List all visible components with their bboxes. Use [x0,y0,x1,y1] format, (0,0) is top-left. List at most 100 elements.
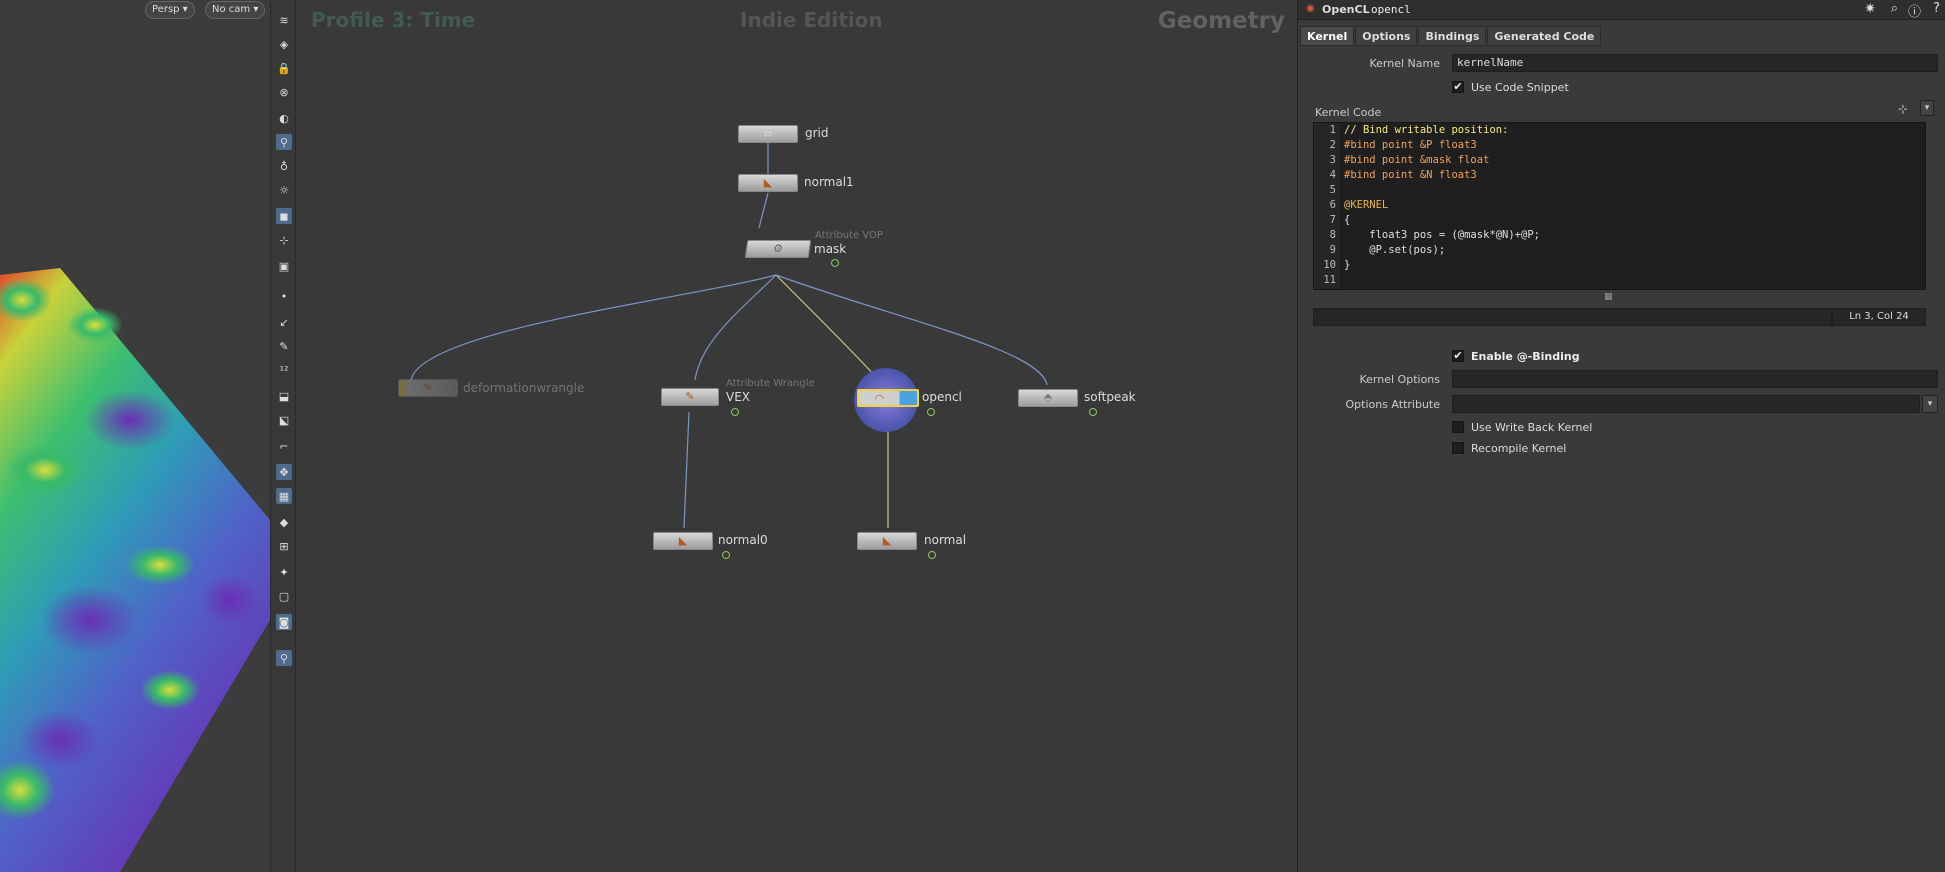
node-normal1[interactable]: ◣ [738,174,798,192]
gear-icon[interactable]: ✷ [1864,1,1876,17]
frame-icon[interactable]: ▢ [276,588,292,604]
node-opencl[interactable]: ◠ [857,389,919,407]
cam-icon[interactable]: ◙ [276,614,292,630]
node-normal0[interactable]: ◣ [653,532,713,550]
kernel-code-label: Kernel Code [1315,106,1382,119]
use-code-snippet-label: Use Code Snippet [1471,81,1569,94]
node-normal-label: normal [924,533,967,547]
network-editor[interactable]: Profile 3: Time Indie Edition Geometry ▱… [301,0,1297,872]
add-snippet-icon[interactable]: ⊹ [1898,102,1908,116]
kernel-options-field[interactable] [1452,370,1938,388]
recompile-kernel-label: Recompile Kernel [1471,442,1567,455]
node-mask[interactable]: ⚙ [744,240,812,258]
softpeak-node-icon: ⬘ [1043,391,1053,404]
kernel-name-label: Kernel Name [1369,57,1440,70]
options-attribute-menu[interactable]: ▾ [1922,395,1938,413]
node-vex-flag [731,408,739,416]
kernel-code-editor[interactable]: 1 2 3 4 5 6 7 8 9 10 11 // Bind writable… [1313,122,1926,290]
kernel-name-field[interactable]: kernelName [1452,54,1938,72]
line-number: 2 [1329,139,1336,151]
ghost-icon[interactable]: ◈ [276,36,292,52]
line-number: 10 [1323,259,1336,271]
light-icon[interactable]: ♁ [276,158,292,174]
shading-icon[interactable]: ◐ [276,110,292,126]
code-menu-button[interactable]: ▾ [1920,100,1934,116]
node-vex[interactable]: ✎ [661,388,719,406]
bone-icon[interactable]: ⌐ [276,438,292,454]
tab-options[interactable]: Options [1355,26,1418,46]
code-line: // Bind writable position: [1344,124,1509,136]
node-mask-type: Attribute VOP [815,230,883,241]
no-select-icon[interactable]: ⊗ [276,84,292,100]
node-normal1-label: normal1 [804,175,854,189]
line-number: 5 [1329,184,1336,196]
use-code-snippet-checkbox[interactable]: ✔ [1452,81,1464,93]
tab-generated-code[interactable]: Generated Code [1487,26,1602,46]
render-view-icon[interactable]: ◼ [276,208,292,224]
help-icon[interactable]: ? [1933,1,1940,16]
camera-menu[interactable]: No cam ▾ [205,1,266,19]
node-softpeak[interactable]: ⬘ [1018,389,1078,407]
point-icon[interactable]: • [276,288,292,304]
parameter-editor: ◉ OpenCL opencl ✷ ⌕ ⓘ ? Kernel Options B… [1297,0,1945,872]
node-normal[interactable]: ◣ [857,532,917,550]
light-link-icon[interactable]: ☼ [276,182,292,198]
info-icon[interactable]: ⓘ [1908,1,1921,20]
vop-node-icon: ⚙ [772,242,784,255]
code-line: @KERNEL [1344,199,1389,211]
recompile-kernel-checkbox[interactable] [1452,442,1464,454]
grid-icon[interactable]: ⊞ [276,538,292,554]
tweak-icon[interactable]: ✥ [276,464,292,480]
pen-icon[interactable]: ✎ [276,338,292,354]
parameter-header: ◉ OpenCL opencl ✷ ⌕ ⓘ ? [1298,0,1945,20]
node-type-label: OpenCL [1322,3,1370,16]
pin-icon[interactable]: ⚲ [276,650,292,666]
node-name-field[interactable]: opencl [1371,3,1411,16]
layer-icon[interactable]: ◆ [276,514,292,530]
code-lines: // Bind writable position: #bind point &… [1344,123,1911,288]
snapshot-icon[interactable]: ▣ [276,258,292,274]
sculpt-icon[interactable]: ✦ [276,564,292,580]
3d-viewport[interactable]: Persp ▾ No cam ▾ [0,0,270,872]
node-deformationwrangle[interactable]: ✎ [398,379,458,397]
enable-binding-checkbox[interactable]: ✔ [1452,350,1464,362]
options-attribute-label: Options Attribute [1345,398,1440,411]
handle-icon[interactable]: ⊹ [276,232,292,248]
node-mask-flag [831,259,839,267]
code-line: #bind point &N float3 [1344,169,1477,181]
code-line: } [1344,259,1351,271]
node-grid[interactable]: ▱ [738,125,798,143]
options-attribute-field[interactable] [1452,395,1920,413]
line-number: 8 [1329,229,1336,241]
node-softpeak-label: softpeak [1084,390,1136,404]
number-icon[interactable]: ¹² [276,362,292,378]
node-opencl-flag [927,408,935,416]
uv-icon[interactable]: ▦ [276,488,292,504]
line-number: 9 [1329,244,1336,256]
code-line: float3 pos = (@mask*@N)+@P; [1344,229,1540,241]
resize-handle-icon[interactable]: ▦ [1604,292,1613,302]
normal-node-icon: ◣ [882,534,892,547]
opencl-icon: ◉ [1306,3,1315,14]
use-write-back-checkbox[interactable] [1452,421,1464,433]
perspective-menu[interactable]: Persp ▾ [145,1,195,19]
node-vex-label: VEX [726,390,751,404]
kernel-options-label: Kernel Options [1359,373,1441,386]
code-line: #bind point &P float3 [1344,139,1477,151]
enable-binding-label: Enable @-Binding [1471,350,1580,363]
tab-bindings[interactable]: Bindings [1418,26,1487,46]
display-options-icon[interactable]: ≋ [276,12,292,28]
line-number-gutter: 1 2 3 4 5 6 7 8 9 10 11 [1314,123,1340,289]
tab-kernel[interactable]: Kernel [1300,26,1355,46]
line-number: 11 [1323,274,1336,286]
brush-icon[interactable]: ↙ [276,314,292,330]
camera-pin-icon[interactable]: ⚲ [276,134,292,150]
line-number: 7 [1329,214,1336,226]
search-icon[interactable]: ⌕ [1891,1,1898,16]
stamp-icon[interactable]: ⬕ [276,412,292,428]
paint-icon[interactable]: ⬓ [276,388,292,404]
node-normal-flag [928,551,936,559]
line-number: 4 [1329,169,1336,181]
lock-icon[interactable]: 🔒 [276,60,292,76]
